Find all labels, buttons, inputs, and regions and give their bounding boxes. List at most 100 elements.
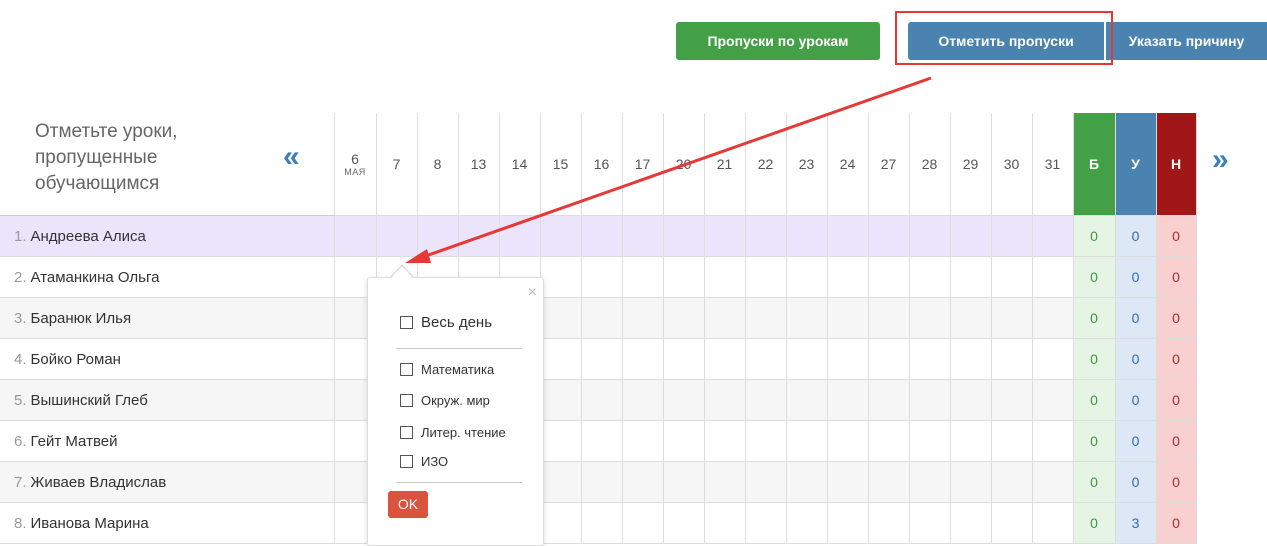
attendance-cell[interactable]: [908, 502, 951, 544]
attendance-cell[interactable]: [949, 297, 992, 339]
attendance-cell[interactable]: [621, 256, 664, 298]
attendance-cell[interactable]: [498, 215, 541, 257]
attendance-cell[interactable]: [703, 502, 746, 544]
attendance-cell[interactable]: [826, 215, 869, 257]
attendance-cell[interactable]: [908, 256, 951, 298]
attendance-cell[interactable]: [867, 338, 910, 380]
attendance-cell[interactable]: [744, 338, 787, 380]
attendance-cell[interactable]: [662, 297, 705, 339]
all-day-checkbox[interactable]: Весь день: [400, 314, 492, 331]
attendance-cell[interactable]: [1031, 420, 1074, 462]
attendance-cell[interactable]: [949, 379, 992, 421]
attendance-cell[interactable]: [621, 420, 664, 462]
attendance-cell[interactable]: [744, 256, 787, 298]
attendance-cell[interactable]: [949, 420, 992, 462]
attendance-cell[interactable]: [990, 297, 1033, 339]
attendance-cell[interactable]: [867, 420, 910, 462]
attendance-cell[interactable]: [703, 420, 746, 462]
attendance-cell[interactable]: [949, 215, 992, 257]
lesson-checkbox-reading[interactable]: Литер. чтение: [400, 425, 506, 440]
attendance-cell[interactable]: [826, 379, 869, 421]
attendance-cell[interactable]: [1031, 297, 1074, 339]
attendance-cell[interactable]: [867, 215, 910, 257]
attendance-cell[interactable]: [826, 461, 869, 503]
attendance-cell[interactable]: [539, 379, 582, 421]
attendance-cell[interactable]: [580, 379, 623, 421]
attendance-cell[interactable]: [333, 215, 377, 257]
attendance-cell[interactable]: [703, 338, 746, 380]
attendance-cell[interactable]: [539, 297, 582, 339]
attendance-cell[interactable]: [785, 297, 828, 339]
attendance-cell[interactable]: [621, 297, 664, 339]
attendance-cell[interactable]: [539, 420, 582, 462]
attendance-cell[interactable]: [1031, 215, 1074, 257]
attendance-cell[interactable]: [949, 502, 992, 544]
attendance-cell[interactable]: [703, 256, 746, 298]
attendance-cell[interactable]: [621, 379, 664, 421]
attendance-cell[interactable]: [990, 256, 1033, 298]
attendance-cell[interactable]: [908, 379, 951, 421]
attendance-cell[interactable]: [908, 461, 951, 503]
next-period-icon[interactable]: »: [1212, 143, 1229, 177]
attendance-cell[interactable]: [662, 338, 705, 380]
close-icon[interactable]: ×: [528, 284, 537, 302]
attendance-cell[interactable]: [1031, 461, 1074, 503]
attendance-cell[interactable]: [867, 502, 910, 544]
attendance-cell[interactable]: [908, 215, 951, 257]
attendance-cell[interactable]: [580, 420, 623, 462]
attendance-cell[interactable]: [785, 338, 828, 380]
lesson-checkbox-math[interactable]: Математика: [400, 362, 494, 377]
checkbox-icon[interactable]: [400, 316, 413, 329]
attendance-cell[interactable]: [621, 461, 664, 503]
attendance-cell[interactable]: [990, 338, 1033, 380]
attendance-cell[interactable]: [375, 215, 418, 257]
attendance-cell[interactable]: [826, 256, 869, 298]
ok-button[interactable]: OK: [388, 491, 428, 518]
attendance-cell[interactable]: [867, 297, 910, 339]
attendance-cell[interactable]: [826, 297, 869, 339]
attendance-cell[interactable]: [1031, 502, 1074, 544]
attendance-cell[interactable]: [580, 502, 623, 544]
attendance-cell[interactable]: [621, 502, 664, 544]
attendance-cell[interactable]: [539, 338, 582, 380]
attendance-cell[interactable]: [539, 256, 582, 298]
attendance-cell[interactable]: [990, 379, 1033, 421]
attendance-cell[interactable]: [457, 215, 500, 257]
attendance-cell[interactable]: [785, 379, 828, 421]
attendance-cell[interactable]: [949, 256, 992, 298]
attendance-cell[interactable]: [703, 215, 746, 257]
attendance-cell[interactable]: [662, 256, 705, 298]
attendance-cell[interactable]: [580, 338, 623, 380]
attendance-cell[interactable]: [744, 461, 787, 503]
lesson-checkbox-art[interactable]: ИЗО: [400, 454, 448, 469]
attendance-cell[interactable]: [703, 379, 746, 421]
attendance-cell[interactable]: [580, 256, 623, 298]
attendance-cell[interactable]: [662, 502, 705, 544]
specify-reason-button[interactable]: Указать причину: [1106, 22, 1267, 60]
checkbox-icon[interactable]: [400, 363, 413, 376]
attendance-cell[interactable]: [662, 379, 705, 421]
lessons-absences-button[interactable]: Пропуски по урокам: [676, 22, 880, 60]
attendance-cell[interactable]: [539, 215, 582, 257]
attendance-cell[interactable]: [744, 215, 787, 257]
attendance-cell[interactable]: [580, 461, 623, 503]
attendance-cell[interactable]: [867, 461, 910, 503]
attendance-cell[interactable]: [703, 461, 746, 503]
attendance-cell[interactable]: [539, 461, 582, 503]
attendance-cell[interactable]: [785, 215, 828, 257]
attendance-cell[interactable]: [1031, 338, 1074, 380]
attendance-cell[interactable]: [785, 461, 828, 503]
checkbox-icon[interactable]: [400, 426, 413, 439]
attendance-cell[interactable]: [662, 215, 705, 257]
attendance-cell[interactable]: [949, 461, 992, 503]
attendance-cell[interactable]: [744, 379, 787, 421]
lesson-checkbox-world[interactable]: Окруж. мир: [400, 393, 490, 408]
attendance-cell[interactable]: [1031, 256, 1074, 298]
attendance-cell[interactable]: [990, 502, 1033, 544]
attendance-cell[interactable]: [580, 297, 623, 339]
attendance-cell[interactable]: [621, 338, 664, 380]
attendance-cell[interactable]: [1031, 379, 1074, 421]
prev-period-icon[interactable]: «: [283, 140, 300, 174]
attendance-cell[interactable]: [703, 297, 746, 339]
attendance-cell[interactable]: [539, 502, 582, 544]
